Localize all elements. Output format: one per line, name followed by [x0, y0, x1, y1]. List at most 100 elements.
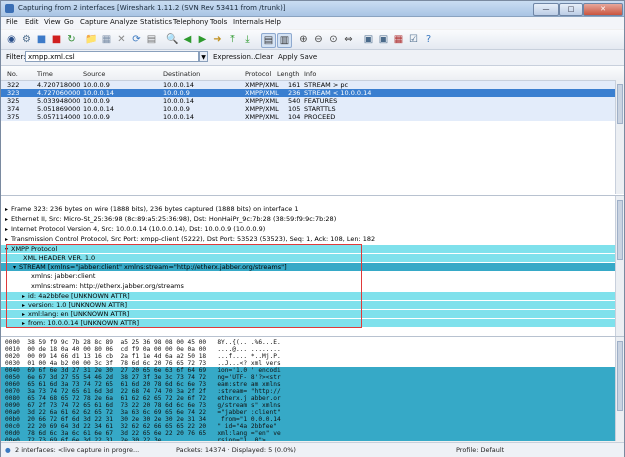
menu-view[interactable]: View [44, 18, 61, 26]
packet-row[interactable]: 322 4.720718000 10.0.0.9 10.0.0.14 XMPP/… [1, 81, 624, 89]
menu-tools[interactable]: Tools [210, 18, 227, 26]
menu-internals[interactable]: Internals [233, 18, 264, 26]
stop-icon[interactable]: ■ [50, 33, 63, 46]
hex-row[interactable]: 00e0 72 73 69 6f 6e 3d 22 31 2e 30 22 3e… [5, 437, 266, 441]
expression-button[interactable]: Expression... [213, 53, 258, 61]
packet-details-pane: ▸ Frame 323: 236 bytes on wire (1888 bits… [1, 196, 624, 337]
packet-row[interactable]: 325 5.033948000 10.0.0.9 10.0.0.14 XMPP/… [1, 97, 624, 105]
scroll-thumb[interactable] [617, 200, 623, 260]
reload-icon[interactable]: ⟳ [130, 33, 143, 46]
save-filter-button[interactable]: Save [300, 53, 317, 61]
status-profile[interactable]: Profile: Default [456, 446, 504, 454]
start-icon[interactable]: ■ [35, 33, 48, 46]
tree-label: Transmission Control Protocol, Src Port:… [11, 235, 376, 243]
filter-bar: Filter: xmpp.xml.csl ▼ Expression... Cle… [1, 50, 624, 66]
tree-ip[interactable]: ▸ Internet Protocol Version 4, Src: 10.0.… [5, 225, 265, 233]
title-bar[interactable]: Capturing from 2 interfaces [Wireshark 1… [1, 1, 624, 17]
tree-tcp[interactable]: ▸ Transmission Control Protocol, Src Port… [5, 235, 375, 243]
packet-info: STARTTLS [304, 105, 336, 113]
back-icon[interactable]: ◀ [181, 33, 194, 46]
goto-icon[interactable]: ➜ [211, 33, 224, 46]
packet-no: 322 [7, 81, 20, 89]
column-length[interactable]: Length [277, 70, 299, 78]
menu-statistics[interactable]: Statistics [140, 18, 172, 26]
packet-list-header: No. Time Source Destination Protocol Len… [1, 66, 624, 81]
packet-list-scrollbar[interactable] [615, 80, 624, 194]
packet-destination: 10.0.0.14 [163, 97, 195, 105]
menu-help[interactable]: Help [265, 18, 281, 26]
maximize-button[interactable]: □ [559, 3, 583, 16]
packet-info: STREAM < 10.0.0.14 [304, 89, 372, 97]
resize-columns-icon[interactable]: ⇔ [342, 33, 355, 46]
apply-button[interactable]: Apply [278, 53, 298, 61]
zoom-in-icon[interactable]: ⊕ [297, 33, 310, 46]
packet-length: 105 [288, 105, 301, 113]
forward-icon[interactable]: ▶ [196, 33, 209, 46]
zoom-normal-icon[interactable]: ⊙ [327, 33, 340, 46]
packet-destination: 10.0.0.14 [163, 113, 195, 121]
wireshark-app-icon [5, 4, 14, 13]
coloring-rules-icon[interactable]: ▦ [392, 33, 405, 46]
find-icon[interactable]: 🔍 [166, 33, 179, 46]
packet-protocol: XMPP/XML [245, 105, 279, 113]
packet-destination: 10.0.0.14 [163, 81, 195, 89]
autoscroll-icon[interactable]: ▥ [277, 33, 292, 48]
packet-row[interactable]: 374 5.051869000 10.0.0.14 10.0.0.9 XMPP/… [1, 105, 624, 113]
clear-button[interactable]: Clear [255, 53, 273, 61]
first-icon[interactable]: ⤒ [226, 33, 239, 46]
column-info[interactable]: Info [304, 70, 316, 78]
column-source[interactable]: Source [83, 70, 105, 78]
display-filters-icon[interactable]: ▣ [377, 33, 390, 46]
packet-row[interactable]: 375 5.057114000 10.0.0.9 10.0.0.14 XMPP/… [1, 113, 624, 121]
packet-list-pane: No. Time Source Destination Protocol Len… [1, 66, 624, 196]
interfaces-icon[interactable]: ◉ [5, 33, 18, 46]
tree-label: Frame 323: 236 bytes on wire (1888 bits)… [11, 205, 299, 213]
filter-dropdown-icon[interactable]: ▼ [199, 51, 208, 62]
menu-go[interactable]: Go [64, 18, 74, 26]
tree-label: Ethernet II, Src: Micro-St_25:36:98 (8c:… [11, 215, 337, 223]
tree-ethernet[interactable]: ▸ Ethernet II, Src: Micro-St_25:36:98 (8c… [5, 215, 336, 223]
packet-time: 5.051869000 [37, 105, 81, 113]
restart-icon[interactable]: ↻ [65, 33, 78, 46]
packet-source: 10.0.0.14 [83, 89, 115, 97]
tree-frame[interactable]: ▸ Frame 323: 236 bytes on wire (1888 bits… [5, 205, 298, 213]
column-time[interactable]: Time [37, 70, 53, 78]
status-interfaces: 2 interfaces: <live capture in progre... [15, 446, 140, 454]
packet-info: PROCEED [304, 113, 336, 121]
menu-file[interactable]: File [6, 18, 18, 26]
minimize-button[interactable]: — [533, 3, 559, 16]
status-packets: Packets: 14374 · Displayed: 5 (0.0%) [176, 446, 296, 454]
status-icon[interactable]: ● [5, 446, 11, 454]
zoom-out-icon[interactable]: ⊖ [312, 33, 325, 46]
menu-telephony[interactable]: Telephony [173, 18, 208, 26]
column-protocol[interactable]: Protocol [245, 70, 271, 78]
print-icon[interactable]: ▤ [145, 33, 158, 46]
filter-input[interactable]: xmpp.xml.csl [25, 51, 199, 62]
packet-source: 10.0.0.9 [83, 113, 110, 121]
packet-row-selected[interactable]: 323 4.727060000 10.0.0.14 10.0.0.9 XMPP/… [1, 89, 624, 97]
column-destination[interactable]: Destination [163, 70, 200, 78]
menu-bar: File Edit View Go Capture Analyze Statis… [1, 17, 624, 29]
packet-time: 5.057114000 [37, 113, 81, 121]
details-scrollbar[interactable] [615, 196, 624, 336]
preferences-icon[interactable]: ☑ [407, 33, 420, 46]
capture-filters-icon[interactable]: ▣ [362, 33, 375, 46]
save-icon[interactable]: ▦ [100, 33, 113, 46]
status-bar: ● 2 interfaces: <live capture in progre.… [1, 442, 624, 457]
help-icon[interactable]: ? [422, 33, 435, 46]
menu-capture[interactable]: Capture [80, 18, 108, 26]
open-icon[interactable]: 📁 [85, 33, 98, 46]
scroll-thumb[interactable] [617, 341, 623, 411]
packet-no: 325 [7, 97, 20, 105]
close-file-icon[interactable]: ✕ [115, 33, 128, 46]
menu-edit[interactable]: Edit [25, 18, 39, 26]
menu-analyze[interactable]: Analyze [110, 18, 138, 26]
options-icon[interactable]: ⚙ [20, 33, 33, 46]
column-no[interactable]: No. [7, 70, 18, 78]
colorize-icon[interactable]: ▤ [261, 33, 276, 48]
scroll-thumb[interactable] [617, 84, 623, 124]
last-icon[interactable]: ⤓ [241, 33, 254, 46]
close-button[interactable]: ✕ [583, 3, 623, 16]
hex-scrollbar[interactable] [615, 337, 624, 441]
packet-time: 4.720718000 [37, 81, 81, 89]
